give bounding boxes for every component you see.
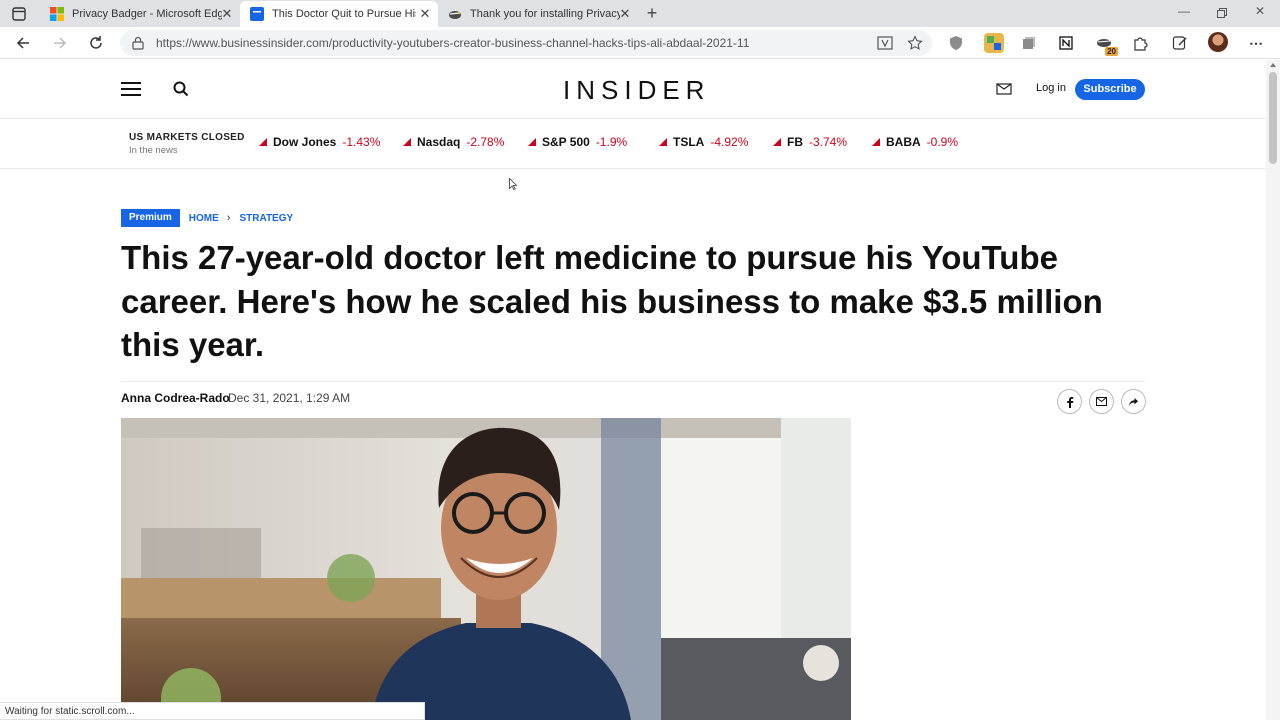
- down-arrow-icon: [659, 138, 667, 146]
- breadcrumb-strategy[interactable]: STRATEGY: [239, 213, 293, 224]
- mail-icon[interactable]: [996, 82, 1012, 96]
- page-scrollbar[interactable]: [1266, 60, 1280, 720]
- tab-privacy-badger[interactable]: Privacy Badger - Microsoft Edge ✕: [40, 1, 240, 27]
- down-arrow-icon: [528, 138, 536, 146]
- ticker-name: S&P 500: [542, 135, 590, 149]
- tab-actions-icon[interactable]: [8, 5, 30, 23]
- extensions-puzzle-icon[interactable]: [1130, 33, 1150, 53]
- article-headline: This 27-year-old doctor left medicine to…: [121, 239, 1103, 363]
- ticker-name: BABA: [886, 135, 921, 149]
- ticker-dow-jones[interactable]: Dow Jones -1.43%: [259, 135, 380, 149]
- ticker-change: -0.9%: [926, 135, 959, 149]
- down-arrow-icon: [259, 138, 267, 146]
- login-link[interactable]: Log in: [1036, 82, 1066, 94]
- ticker-change: -4.92%: [710, 135, 749, 149]
- market-substatus-label: In the news: [129, 145, 178, 156]
- ticker-fb[interactable]: FB -3.74%: [773, 135, 847, 149]
- ticker-name: Nasdaq: [417, 135, 461, 149]
- market-status-label: US MARKETS CLOSED: [129, 132, 245, 143]
- back-icon[interactable]: [13, 33, 33, 53]
- facebook-share-button[interactable]: [1057, 389, 1082, 414]
- address-bar[interactable]: https://www.businessinsider.com/producti…: [120, 30, 932, 56]
- ticker-nasdaq[interactable]: Nasdaq -2.78%: [403, 135, 504, 149]
- tab-business-insider[interactable]: This Doctor Quit to Pursue His YouTube ✕: [240, 1, 438, 27]
- restore-icon[interactable]: [1212, 4, 1232, 22]
- mouse-cursor-icon: [509, 178, 517, 190]
- forward-icon[interactable]: [50, 33, 70, 53]
- premium-badge: Premium: [121, 209, 180, 227]
- share-arrow-icon: [1129, 397, 1138, 406]
- page-viewport: INSIDER Log in Subscribe US MARKETS CLOS…: [0, 60, 1266, 720]
- market-status: US MARKETS CLOSED In the news: [129, 132, 245, 156]
- close-tab-icon[interactable]: ✕: [418, 6, 432, 21]
- ticker-sp500[interactable]: S&P 500 -1.9%: [528, 135, 627, 149]
- search-icon[interactable]: [172, 80, 190, 98]
- ticker-change: -3.74%: [809, 135, 848, 149]
- lock-icon[interactable]: [132, 36, 144, 50]
- close-tab-icon[interactable]: ✕: [618, 6, 632, 21]
- close-tab-icon[interactable]: ✕: [220, 6, 234, 21]
- ticker-baba[interactable]: BABA -0.9%: [872, 135, 958, 149]
- ticker-change: -1.43%: [342, 135, 381, 149]
- ticker-change: -1.9%: [595, 135, 628, 149]
- feedback-icon[interactable]: [1170, 33, 1190, 53]
- new-tab-button[interactable]: +: [643, 4, 661, 22]
- url-text[interactable]: https://www.businessinsider.com/producti…: [156, 36, 749, 50]
- notion-icon[interactable]: [1056, 33, 1076, 53]
- favorite-star-icon[interactable]: [906, 34, 924, 52]
- down-arrow-icon: [872, 138, 880, 146]
- scrollbar-thumb[interactable]: [1269, 72, 1277, 164]
- extension-badge: 20: [1105, 47, 1118, 56]
- publish-date: Dec 31, 2021, 1:29 AM: [228, 391, 351, 405]
- subscribe-button[interactable]: Subscribe: [1075, 79, 1145, 100]
- breadcrumb-separator: ›: [226, 212, 231, 224]
- scroll-up-arrow-icon[interactable]: [1270, 63, 1276, 67]
- privacy-shield-icon[interactable]: [946, 33, 966, 53]
- collections-icon[interactable]: [1019, 33, 1039, 53]
- badger-extension-icon[interactable]: 20: [1094, 33, 1118, 56]
- browser-status-bar: Waiting for static.scroll.com...: [0, 702, 425, 720]
- tab-title: Thank you for installing Privacy Badger: [470, 8, 620, 20]
- more-options-icon[interactable]: ⋯: [1246, 33, 1266, 53]
- email-share-button[interactable]: [1089, 389, 1114, 414]
- share-button[interactable]: [1121, 389, 1146, 414]
- article-tags: Premium HOME › STRATEGY: [121, 209, 293, 227]
- down-arrow-icon: [773, 138, 781, 146]
- ticker-name: TSLA: [673, 135, 705, 149]
- badger-icon: [449, 11, 461, 19]
- tab-title: This Doctor Quit to Pursue His YouTube: [272, 8, 416, 20]
- down-arrow-icon: [403, 138, 411, 146]
- tab-thank-you[interactable]: Thank you for installing Privacy Badger …: [438, 1, 638, 27]
- close-window-icon[interactable]: ✕: [1250, 4, 1270, 22]
- site-header: INSIDER Log in Subscribe: [0, 60, 1266, 119]
- article-hero-image: [121, 418, 851, 720]
- breadcrumb-home[interactable]: HOME: [189, 213, 219, 224]
- facebook-icon: [1066, 396, 1073, 408]
- insider-favicon-icon: [250, 7, 264, 21]
- profile-avatar[interactable]: [1208, 32, 1228, 52]
- tab-title: Privacy Badger - Microsoft Edge: [72, 8, 222, 20]
- microsoft-logo-icon: [50, 7, 64, 21]
- immersive-reader-icon[interactable]: [876, 34, 894, 52]
- markets-ticker: US MARKETS CLOSED In the news Dow Jones …: [0, 119, 1266, 169]
- browser-toolbar: https://www.businessinsider.com/producti…: [0, 27, 1280, 59]
- browser-tab-bar: Privacy Badger - Microsoft Edge ✕ This D…: [0, 0, 1280, 27]
- ticker-tsla[interactable]: TSLA -4.92%: [659, 135, 748, 149]
- minimize-icon[interactable]: —: [1174, 4, 1194, 22]
- refresh-icon[interactable]: [86, 33, 106, 53]
- ticker-name: FB: [787, 135, 803, 149]
- extension-multicolor-icon[interactable]: [984, 33, 1004, 53]
- menu-icon[interactable]: [121, 82, 141, 96]
- ticker-change: -2.78%: [466, 135, 505, 149]
- mail-icon: [1096, 397, 1107, 406]
- ticker-name: Dow Jones: [273, 135, 337, 149]
- author-link[interactable]: Anna Codrea-Rado: [121, 391, 230, 405]
- byline-divider: [121, 381, 1145, 382]
- insider-logo[interactable]: INSIDER: [563, 75, 710, 106]
